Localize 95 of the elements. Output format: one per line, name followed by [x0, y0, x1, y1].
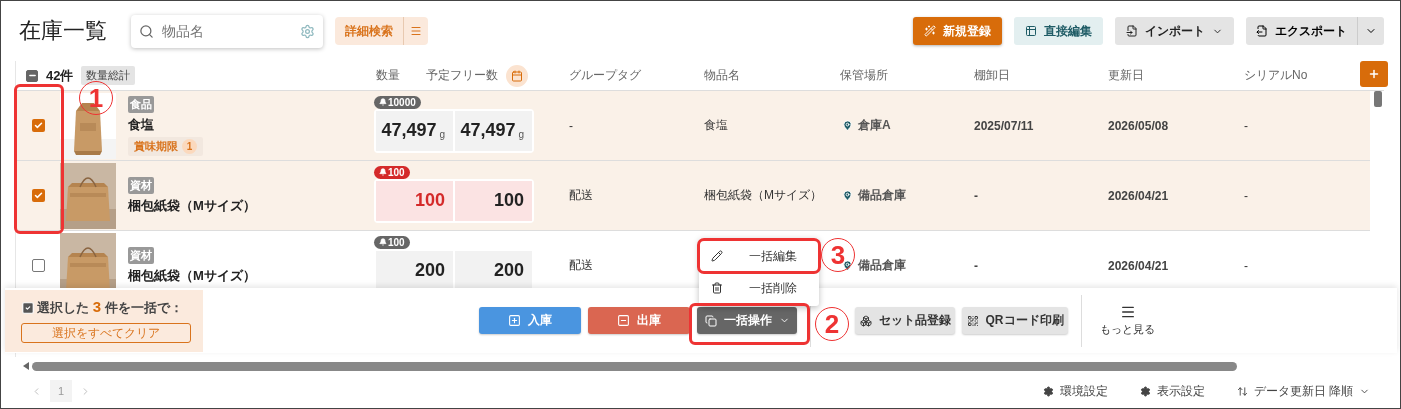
free-quantity-value: 100 — [455, 180, 532, 221]
toolbar-button[interactable]: インポート — [1115, 17, 1234, 45]
badge-count: 1 — [182, 138, 197, 154]
scroll-left-icon[interactable] — [23, 362, 29, 370]
table-cell-text: 2026/04/21 — [1107, 188, 1170, 203]
gear-icon — [1139, 385, 1151, 397]
product-name[interactable]: 食塩 — [128, 115, 154, 134]
add-column-button[interactable] — [1360, 61, 1388, 87]
row-checkbox[interactable] — [31, 189, 45, 202]
column-header: 物品名 — [703, 67, 741, 84]
check-icon — [33, 191, 43, 200]
qr-icon — [966, 314, 979, 327]
item-count: 42件 — [46, 66, 74, 85]
quantity-value: 200 — [376, 250, 453, 291]
trash-icon — [711, 282, 723, 294]
table-cell-text: 2026/05/08 — [1107, 118, 1170, 133]
menu-item[interactable]: 一括削除 — [699, 272, 819, 304]
column-header: 保管場所 — [839, 67, 889, 84]
check-icon — [33, 121, 43, 130]
alert-chip: 10000 — [374, 95, 421, 109]
search-field[interactable]: 物品名 — [131, 14, 323, 48]
menu-item[interactable]: 一括編集 — [699, 240, 819, 272]
menu-icon — [1119, 304, 1136, 320]
calendar-icon — [511, 69, 523, 82]
table-icon — [1025, 25, 1037, 37]
bell-icon — [379, 238, 387, 246]
calendar-button[interactable] — [506, 64, 528, 87]
select-all-checkbox[interactable] — [26, 69, 38, 82]
plus-icon — [1368, 68, 1380, 80]
page-title: 在庫一覧 — [19, 17, 107, 45]
table-cell-text: - — [1243, 118, 1249, 133]
settings-link[interactable]: 表示設定 — [1133, 381, 1211, 401]
table-cell-text: 食塩 — [703, 117, 729, 134]
table-cell-text: 2026/04/21 — [1107, 258, 1170, 273]
minus-icon — [617, 314, 630, 327]
settings-icon[interactable] — [300, 23, 315, 39]
table-cell-text: - — [973, 258, 979, 273]
category-tag: 資材 — [128, 176, 154, 194]
column-header: グループタグ — [568, 67, 642, 84]
product-name[interactable]: 梱包紙袋（Mサイズ） — [128, 196, 256, 215]
pin-icon — [842, 190, 853, 201]
plus-icon — [508, 314, 521, 327]
search-input[interactable]: 物品名 — [160, 22, 294, 40]
table-cell-text: 配送 — [568, 187, 594, 204]
table-cell-text: 梱包紙袋（Mサイズ） — [703, 187, 823, 204]
search-icon — [139, 23, 154, 39]
location-cell: 備品倉庫 — [832, 187, 966, 204]
more-button[interactable]: もっと見る — [1094, 303, 1161, 338]
free-quantity-value: 47,497 g — [455, 110, 532, 151]
category-tag: 食品 — [128, 95, 154, 113]
row-checkbox[interactable] — [31, 259, 45, 272]
column-header: 棚卸日 — [973, 67, 1011, 84]
table-cell-text: - — [1243, 188, 1249, 203]
badge-label: 賞味期限 — [134, 138, 178, 154]
table-cell-text: 配送 — [568, 257, 594, 274]
toolbar-button[interactable]: 直接編集 — [1014, 17, 1103, 45]
sort-icon — [1236, 385, 1248, 397]
column-header: 数量 — [376, 67, 400, 84]
copy-icon — [704, 314, 717, 327]
column-header: シリアルNo — [1243, 67, 1309, 84]
bell-icon — [379, 168, 387, 176]
product-name[interactable]: 梱包紙袋（Mサイズ） — [128, 266, 256, 285]
pin-icon — [842, 120, 853, 131]
column-header: 更新日 — [1107, 67, 1145, 84]
table-cell-text: - — [973, 188, 979, 203]
alert-chip: 100 — [374, 165, 410, 179]
bulk-action-button[interactable]: セット品登録 — [855, 307, 955, 334]
wand-icon — [924, 25, 936, 37]
pencil-icon — [711, 250, 723, 262]
export-icon — [1256, 25, 1268, 37]
total-chip[interactable]: 数量総計 — [81, 66, 136, 85]
table-cell-text: 2025/07/11 — [973, 118, 1035, 133]
free-quantity-value: 200 — [455, 250, 532, 291]
row-checkbox[interactable] — [31, 119, 45, 132]
import-icon — [1126, 25, 1138, 37]
quantity-value: 100 — [376, 180, 453, 221]
bulk-action-button[interactable]: 出庫 — [588, 307, 690, 334]
quantity-value: 47,497 g — [376, 110, 453, 151]
category-tag: 資材 — [128, 246, 154, 264]
boxes-icon — [859, 314, 872, 327]
alert-chip: 100 — [374, 235, 410, 249]
table-cell-text: - — [568, 118, 574, 133]
bell-icon — [379, 98, 387, 106]
gear-icon — [1042, 385, 1054, 397]
checkbox-icon — [21, 300, 35, 315]
bulk-action-button[interactable]: QRコード印刷 — [962, 307, 1068, 334]
bulk-action-button[interactable]: 一括操作 — [697, 307, 797, 334]
scrollbar-thumb[interactable] — [1374, 91, 1382, 107]
selection-summary: 選択した 3 件を一括で： — [21, 298, 191, 317]
column-header: 予定フリー数 — [426, 67, 498, 84]
table-cell-text: - — [1243, 258, 1249, 273]
sort-control[interactable]: データ更新日 降順 — [1230, 381, 1376, 401]
location-cell: 倉庫A — [832, 117, 966, 134]
settings-link[interactable]: 環境設定 — [1036, 381, 1114, 401]
scrollbar-thumb[interactable] — [32, 361, 1237, 371]
